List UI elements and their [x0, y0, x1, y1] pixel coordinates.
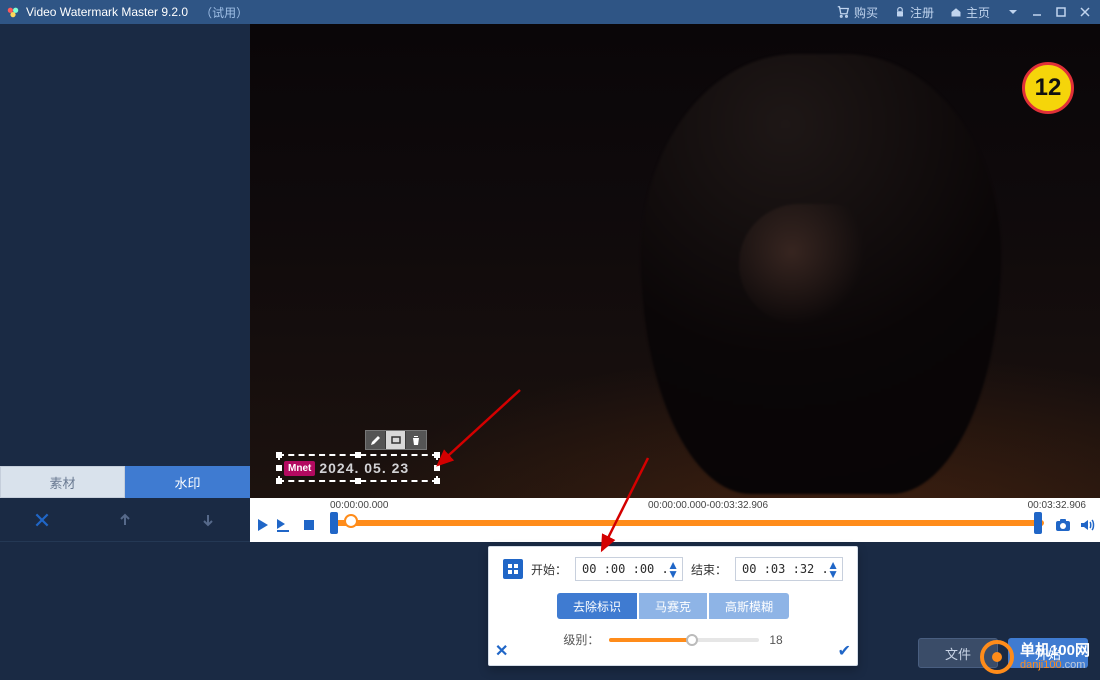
tab-watermark[interactable]: 水印	[125, 466, 250, 498]
main-area: 素材 水印 12 Mnet 2024. 05. 23	[0, 24, 1100, 498]
slider-thumb[interactable]	[686, 634, 698, 646]
play-button[interactable]	[254, 516, 272, 534]
method-gauss-button[interactable]: 高斯模糊	[709, 593, 789, 619]
play-range-icon	[274, 516, 292, 534]
app-logo-icon	[6, 5, 20, 19]
spinner-down[interactable]: ▼	[666, 569, 680, 578]
start-time-label: 开始：	[531, 561, 567, 578]
close-icon	[33, 511, 51, 529]
frame-selection-button[interactable]	[386, 431, 406, 449]
timeline-range-label: 00:00:00.000-00:03:32.906	[648, 500, 768, 511]
brand-url: danji100.com	[1020, 659, 1090, 672]
spinner-down[interactable]: ▼	[826, 569, 840, 578]
settings-cancel-button[interactable]: ✕	[495, 641, 508, 661]
dropdown-button[interactable]	[1004, 3, 1022, 21]
trial-label: （试用）	[200, 4, 248, 21]
home-icon	[950, 6, 962, 18]
level-label: 级别：	[563, 631, 599, 648]
chevron-down-icon	[1007, 6, 1019, 18]
minimize-button[interactable]	[1028, 3, 1046, 21]
method-remove-button[interactable]: 去除标识	[557, 593, 637, 619]
arrow-down-icon	[200, 512, 216, 528]
maximize-button[interactable]	[1052, 3, 1070, 21]
snapshot-button[interactable]	[1054, 516, 1072, 534]
timeline-end-marker[interactable]	[1034, 512, 1042, 534]
move-down-button[interactable]	[188, 506, 228, 534]
site-watermark: 单机100网 danji100.com	[980, 640, 1090, 674]
close-button[interactable]	[1076, 3, 1094, 21]
sidebar: 素材 水印	[0, 24, 250, 498]
region-icon	[503, 559, 523, 579]
buy-button[interactable]: 购买	[836, 4, 878, 21]
settings-panel: 开始： ▲▼ 结束： ▲▼ 去除标识 马赛克 高斯模糊 级别： 18 ✕ ✔	[488, 546, 858, 666]
delete-selection-button[interactable]	[406, 431, 426, 449]
frame-icon	[390, 434, 402, 446]
level-slider[interactable]	[609, 638, 759, 642]
resize-handle[interactable]	[276, 478, 282, 484]
resize-handle[interactable]	[434, 452, 440, 458]
resize-handle[interactable]	[355, 478, 361, 484]
app-title: Video Watermark Master 9.2.0	[26, 5, 188, 19]
brand-logo-icon	[980, 640, 1014, 674]
start-time-spinner[interactable]: ▲▼	[575, 557, 683, 581]
stop-icon	[304, 520, 314, 530]
watermark-channel: Mnet	[284, 461, 315, 476]
end-time-input[interactable]	[742, 562, 826, 576]
end-time-spinner[interactable]: ▲▼	[735, 557, 843, 581]
resize-handle[interactable]	[434, 465, 440, 471]
play-range-button[interactable]	[274, 516, 292, 534]
remove-item-button[interactable]	[22, 506, 62, 534]
method-mosaic-button[interactable]: 马赛克	[639, 593, 707, 619]
timeline-start-label: 00:00:00.000	[330, 500, 388, 512]
stop-button[interactable]	[300, 516, 318, 534]
move-up-button[interactable]	[105, 506, 145, 534]
titlebar: Video Watermark Master 9.2.0 （试用） 购买 注册 …	[0, 0, 1100, 24]
volume-button[interactable]	[1078, 516, 1096, 534]
timeline-playhead[interactable]	[344, 514, 358, 528]
edit-selection-button[interactable]	[366, 431, 386, 449]
timeline-track[interactable]	[330, 520, 1044, 526]
tab-material[interactable]: 素材	[0, 466, 125, 498]
rating-badge: 12	[1022, 62, 1074, 114]
brand-name-cn: 单机100网	[1020, 642, 1090, 659]
pencil-icon	[370, 434, 382, 446]
watermark-date: 2024. 05. 23	[319, 460, 409, 476]
resize-handle[interactable]	[355, 452, 361, 458]
resize-handle[interactable]	[276, 452, 282, 458]
cart-icon	[836, 5, 850, 19]
end-time-label: 结束：	[691, 561, 727, 578]
watermark-selection[interactable]: Mnet 2024. 05. 23	[278, 454, 438, 482]
timeline-end-label: 00:03:32.906	[1028, 500, 1086, 512]
start-time-input[interactable]	[582, 562, 666, 576]
register-button[interactable]: 注册	[894, 4, 934, 21]
resize-handle[interactable]	[276, 465, 282, 471]
lock-icon	[894, 6, 906, 18]
trash-icon	[410, 434, 422, 446]
home-button[interactable]: 主页	[950, 4, 990, 21]
arrow-up-icon	[117, 512, 133, 528]
play-icon	[255, 517, 271, 533]
timeline-start-marker[interactable]	[330, 512, 338, 534]
video-preview[interactable]: 12 Mnet 2024. 05. 23	[250, 24, 1100, 498]
settings-confirm-button[interactable]: ✔	[838, 641, 851, 661]
timeline: 00:00:00.000 00:00:00.000-00:03:32.906 0…	[250, 498, 1100, 542]
resize-handle[interactable]	[434, 478, 440, 484]
level-value: 18	[769, 633, 782, 647]
volume-icon	[1079, 517, 1095, 533]
camera-icon	[1054, 516, 1072, 534]
selection-toolbar	[365, 430, 427, 450]
